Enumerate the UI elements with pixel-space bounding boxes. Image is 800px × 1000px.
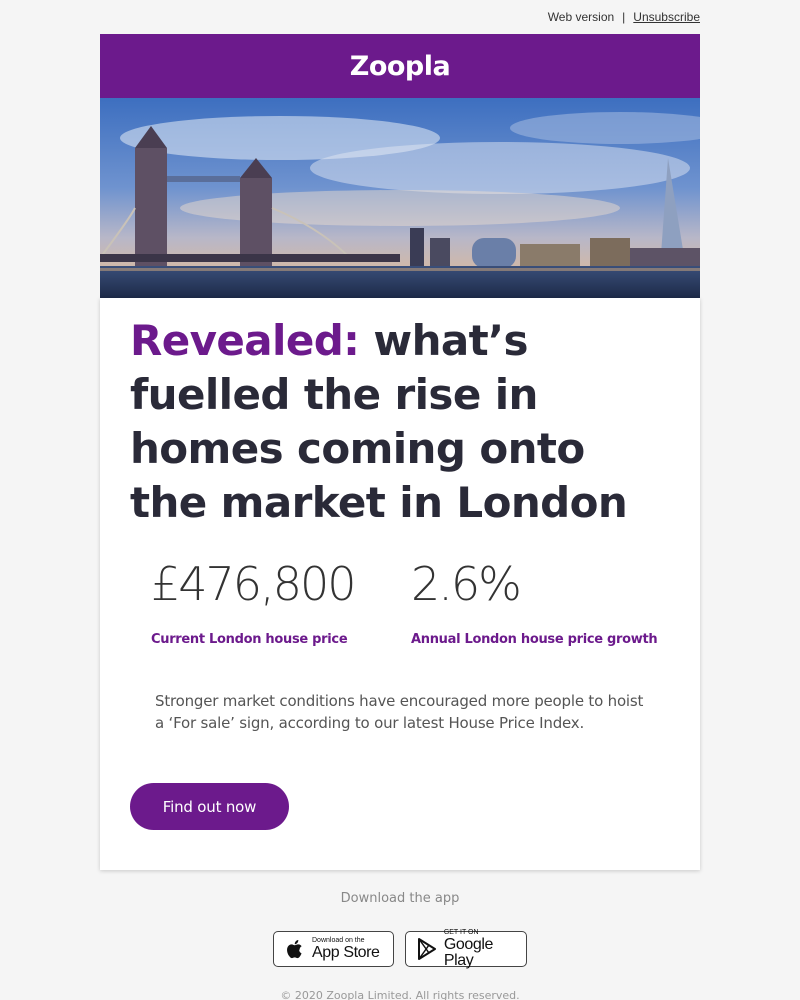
article-card: Revealed: what’s fuelled the rise in hom… bbox=[100, 298, 700, 870]
apple-icon bbox=[282, 936, 308, 962]
link-separator: | bbox=[622, 10, 626, 24]
stat-value: £476,800 bbox=[151, 557, 356, 611]
download-app-label: Download the app bbox=[340, 891, 460, 906]
google-play-badge[interactable]: GET IT ON Google Play bbox=[405, 929, 527, 969]
unsubscribe-link[interactable]: Unsubscribe bbox=[633, 10, 700, 24]
copyright-text: © 2020 Zoopla Limited. All rights reserv… bbox=[280, 989, 520, 1000]
headline-accent: Revealed: bbox=[130, 316, 360, 365]
app-store-big-text: App Store bbox=[312, 944, 380, 961]
article-body: Stronger market conditions have encourag… bbox=[155, 692, 644, 732]
zoopla-logo[interactable]: Zoopla bbox=[350, 51, 451, 82]
stat-house-price: £476,800 Current London house price bbox=[151, 554, 356, 647]
google-play-small-text: GET IT ON bbox=[443, 929, 479, 936]
stat-price-growth: 2.6% Annual London house price growth bbox=[411, 554, 658, 647]
london-skyline-image bbox=[100, 98, 700, 298]
headline: Revealed: what’s fuelled the rise in hom… bbox=[130, 314, 670, 530]
top-links-bar: Web version | Unsubscribe bbox=[100, 0, 700, 34]
hero-image bbox=[100, 98, 700, 298]
find-out-now-button[interactable]: Find out now bbox=[130, 783, 289, 830]
web-version-link[interactable]: Web version bbox=[548, 10, 614, 24]
brand-header: Zoopla bbox=[100, 34, 700, 98]
app-store-small-text: Download on the bbox=[312, 937, 365, 944]
app-store-badge[interactable]: Download on the App Store bbox=[273, 931, 394, 967]
play-icon bbox=[414, 936, 440, 962]
google-play-big-text: Google Play bbox=[443, 936, 494, 969]
stat-value: 2.6% bbox=[411, 557, 522, 611]
stat-label: Current London house price bbox=[151, 632, 348, 647]
stat-label: Annual London house price growth bbox=[411, 632, 658, 647]
